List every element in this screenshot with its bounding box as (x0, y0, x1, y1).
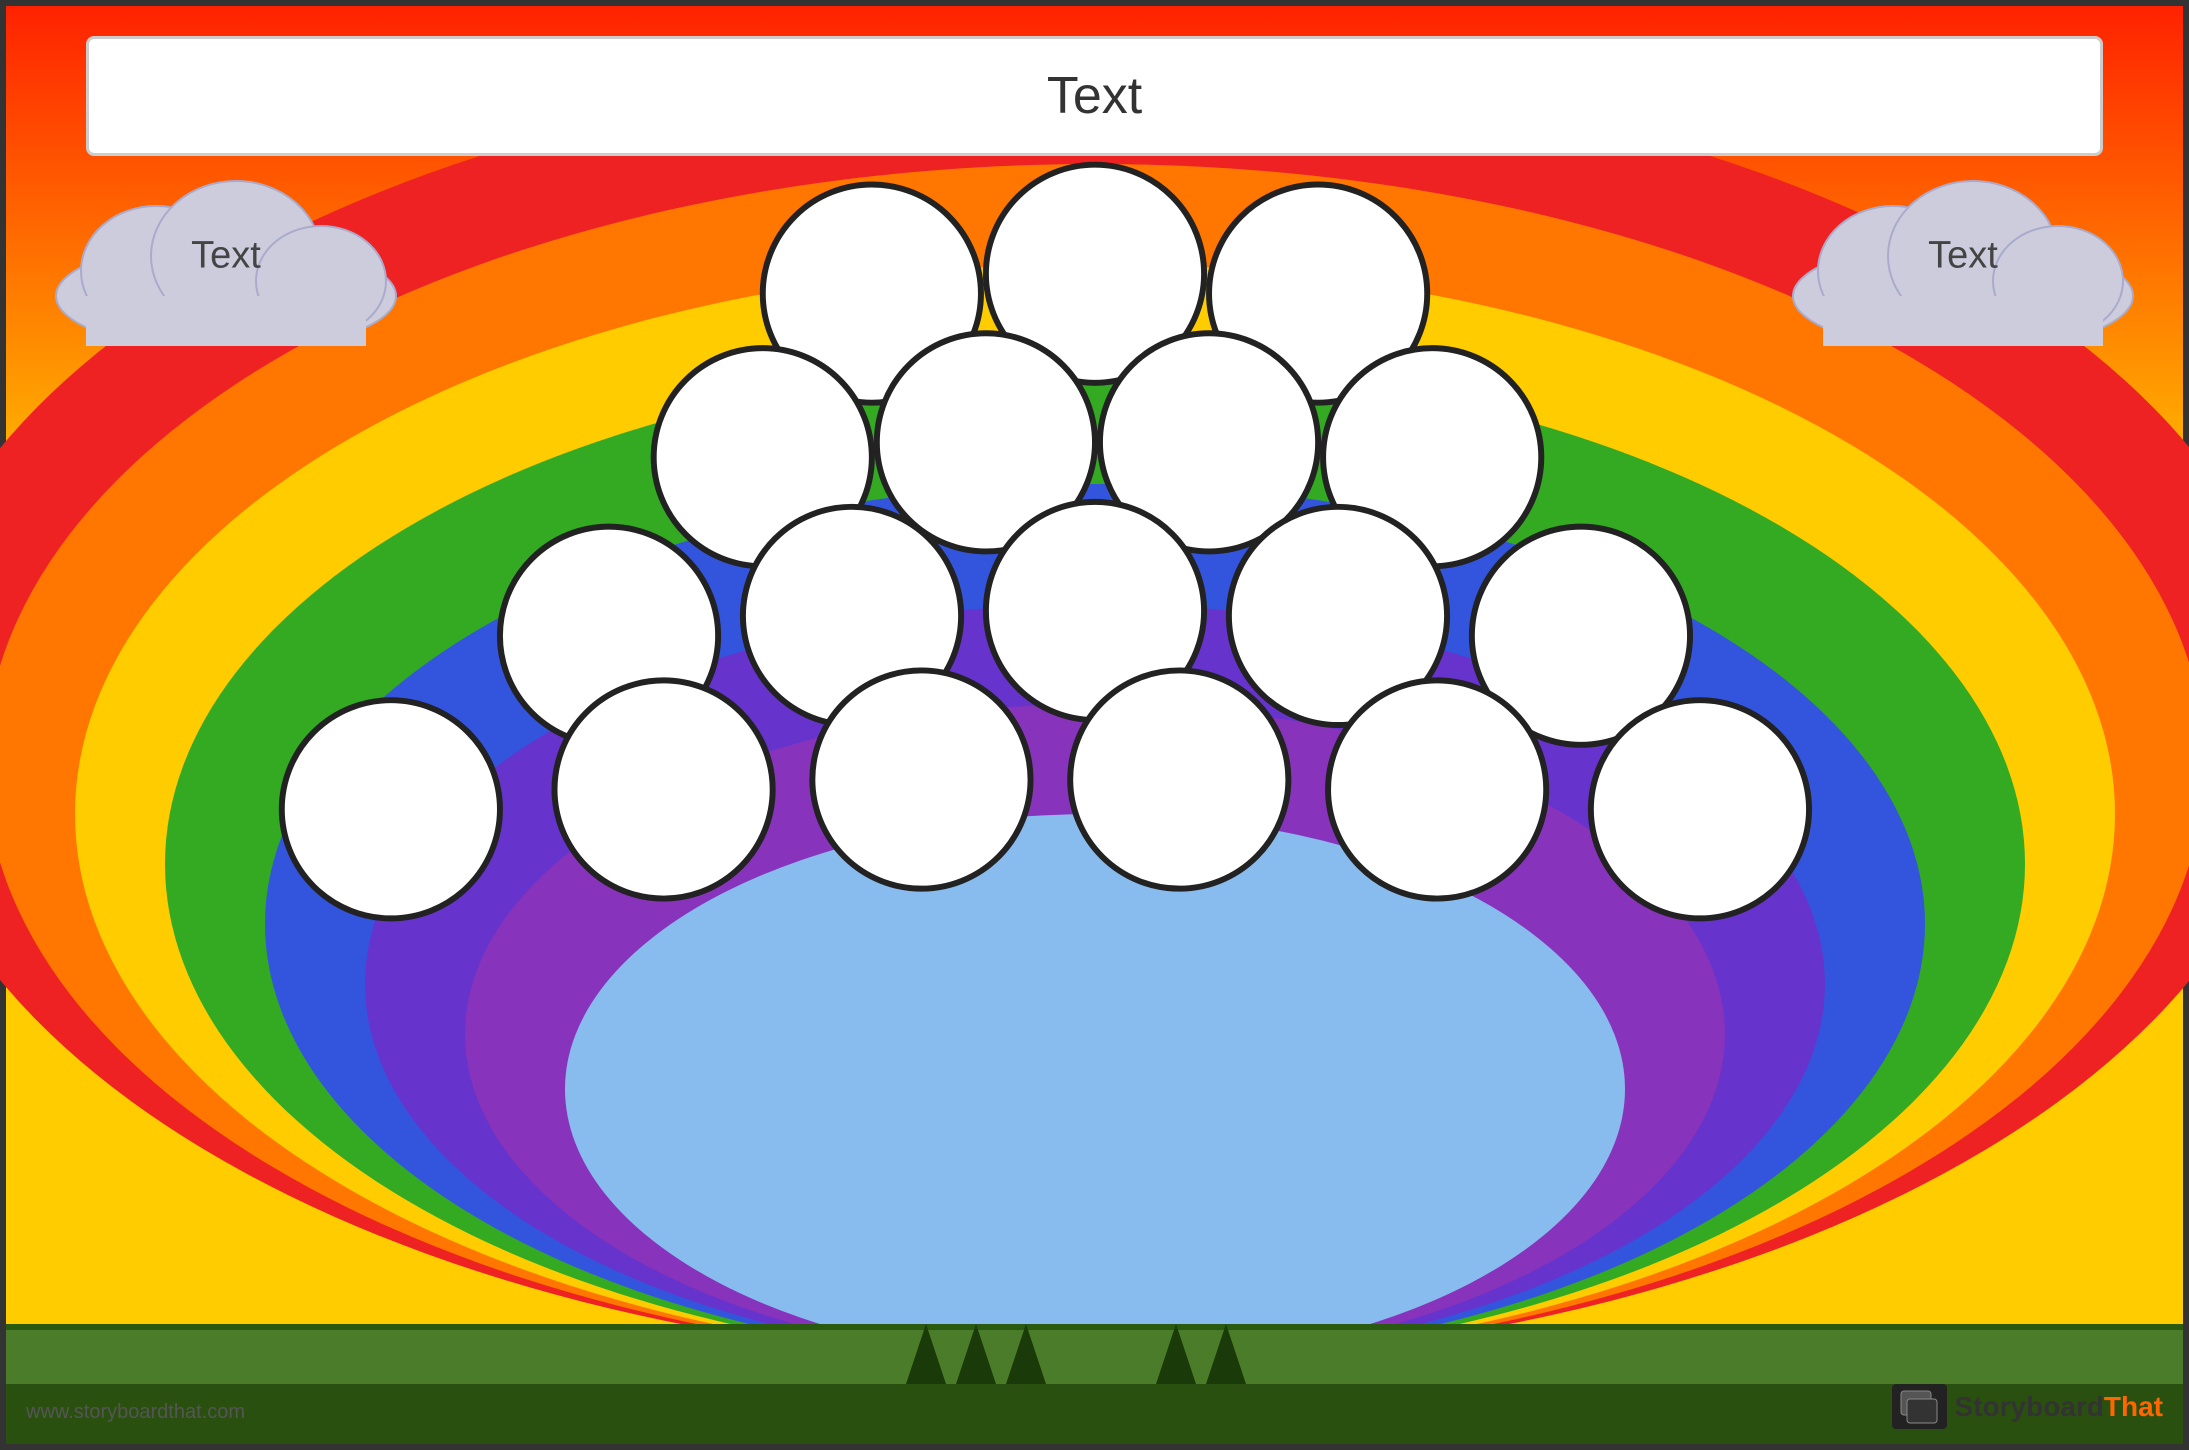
cloud-right[interactable]: Text (1773, 166, 2153, 346)
ground-dark (6, 1384, 2183, 1444)
website-url: www.storyboardthat.com (26, 1401, 245, 1424)
ground (6, 1324, 2183, 1444)
logo-icon (1892, 1384, 1947, 1429)
title-box[interactable]: Text (86, 36, 2103, 156)
logo-brand: Storyboard (1955, 1391, 2104, 1422)
tree-5 (1206, 1324, 1246, 1384)
logo-brand2: That (2104, 1391, 2163, 1422)
cloud-left[interactable]: Text (36, 166, 416, 346)
tree-4 (1156, 1324, 1196, 1384)
tree-2 (956, 1324, 996, 1384)
cloud-left-label: Text (191, 235, 261, 278)
logo-area: StoryboardThat (1892, 1384, 2163, 1429)
tree-1 (906, 1324, 946, 1384)
logo-icon-svg (1899, 1389, 1939, 1424)
title-text: Text (1047, 66, 1142, 126)
canvas: Text Text Text (0, 0, 2189, 1450)
logo-text: StoryboardThat (1955, 1391, 2163, 1423)
arc-lightblue (565, 814, 1625, 1364)
tree-3 (1006, 1324, 1046, 1384)
cloud-right-label: Text (1928, 235, 1998, 278)
